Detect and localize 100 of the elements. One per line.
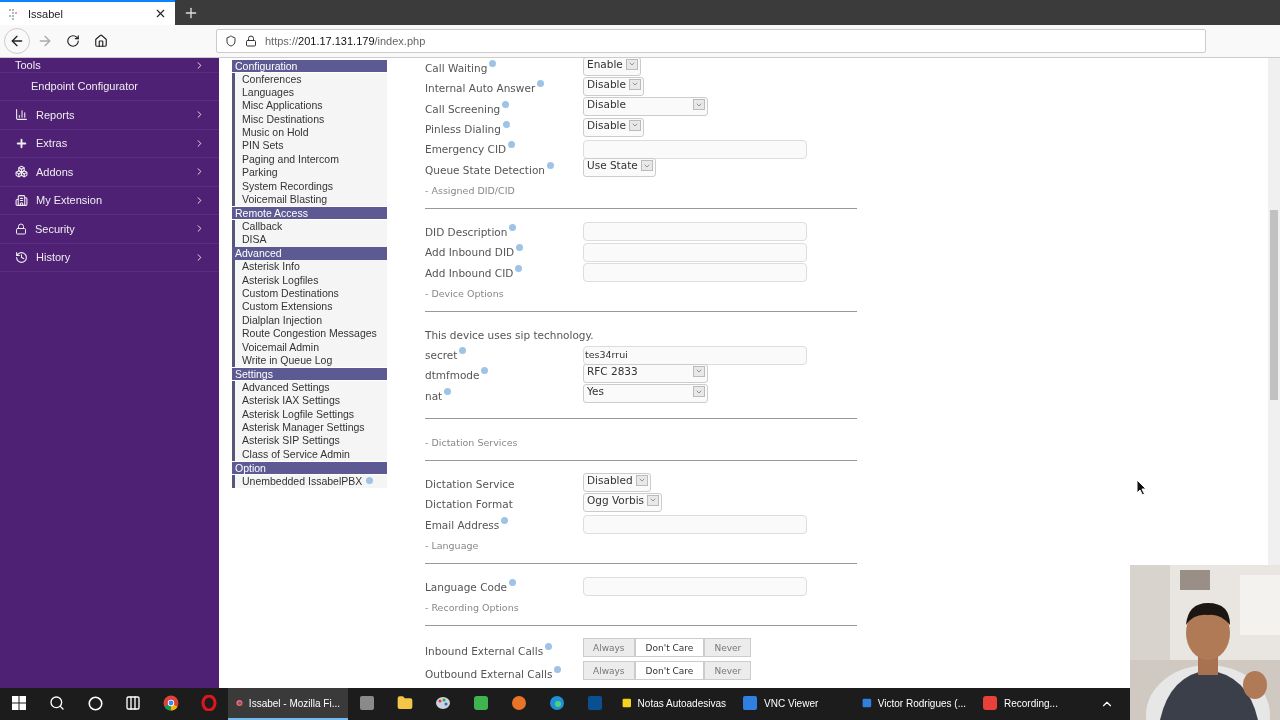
help-icon[interactable] (515, 264, 523, 272)
menu-item[interactable]: Advanced Settings (232, 380, 387, 395)
help-icon[interactable] (547, 161, 554, 169)
field-label: secret (425, 349, 458, 362)
section-link[interactable]: - Recording Options (425, 602, 857, 614)
help-icon[interactable] (508, 141, 516, 149)
cursor-icon (1136, 479, 1147, 496)
menu-item[interactable]: Misc Applications (232, 99, 387, 113)
palette-icon (435, 695, 451, 711)
folder-icon (397, 695, 413, 711)
option-button[interactable]: Always (583, 638, 635, 658)
help-icon[interactable] (545, 642, 553, 650)
field-label: Add Inbound CID (425, 266, 514, 279)
caret-icon (625, 58, 638, 70)
taskbar-app[interactable]: Issabel - Mozilla Fi... (228, 688, 348, 720)
help-icon[interactable] (489, 60, 497, 68)
caret-icon (693, 99, 705, 111)
select-field[interactable]: RFC 2833 (583, 363, 708, 383)
input-field[interactable] (583, 263, 807, 282)
select-field[interactable]: Disabled (583, 472, 651, 492)
taskbar-app[interactable]: VNC Viewer (734, 688, 854, 720)
boxes-icon (15, 165, 28, 179)
field-label: Language Code (425, 580, 508, 593)
input-field[interactable]: tes34rrui (583, 345, 807, 365)
reload-icon (66, 34, 80, 48)
back-icon (9, 33, 25, 49)
windows-icon (12, 696, 26, 710)
building-icon (15, 193, 28, 207)
ring-icon (201, 695, 217, 711)
option-button[interactable]: Never (704, 638, 752, 658)
menu-item[interactable]: Asterisk IAX Settings (232, 394, 387, 408)
search-icon (49, 695, 65, 711)
section-link[interactable]: - Dictation Services (425, 436, 857, 448)
note-text: This device uses sip technology. (425, 328, 594, 341)
edge-icon (549, 695, 565, 711)
help-icon[interactable] (516, 244, 524, 252)
option-button[interactable]: Don't Care (634, 638, 705, 658)
select-field[interactable]: Use State (583, 158, 656, 178)
input-field[interactable] (583, 577, 807, 597)
taskbar-app[interactable]: Notas Autoadesivas (614, 688, 734, 720)
menu-item[interactable]: Parking (232, 166, 387, 180)
menu-item[interactable]: Music on Hold (232, 126, 387, 140)
field-label: dtmfmode (425, 369, 480, 382)
section-link[interactable]: - Assigned DID/CID (425, 184, 857, 196)
taskbar-app[interactable]: Victor Rodrigues (... (854, 688, 974, 720)
select-field[interactable]: Disable (583, 117, 644, 137)
section-link[interactable]: - Device Options (425, 287, 857, 299)
menu-item[interactable]: Custom Extensions (232, 300, 387, 314)
option-button[interactable]: Always (583, 661, 635, 681)
task-view-icon (125, 695, 141, 711)
menu-item[interactable]: PIN Sets (232, 139, 387, 153)
menu-group-header: Settings (232, 367, 387, 381)
chrome-icon (163, 695, 179, 711)
url-text: https://201.17.131.179/index.php (265, 35, 426, 47)
menu-item[interactable]: Asterisk Info (232, 260, 387, 274)
browser-tab[interactable]: Issabel (0, 0, 175, 25)
select-field[interactable]: Disable (583, 76, 644, 96)
shield-icon (225, 35, 237, 47)
close-icon[interactable] (154, 7, 167, 20)
help-icon[interactable] (509, 223, 517, 231)
input-field[interactable] (583, 515, 807, 535)
sidebar-item[interactable]: Tools (0, 58, 219, 73)
input-field[interactable] (583, 139, 807, 159)
select-field[interactable]: Ogg Vorbis (583, 492, 663, 512)
menu-group-header: Configuration (232, 59, 387, 72)
help-icon[interactable] (554, 665, 562, 673)
menu-item[interactable]: Voicemail Blasting (232, 193, 387, 207)
option-button[interactable]: Don't Care (634, 661, 705, 681)
menu-item[interactable]: Conferences (232, 72, 387, 86)
menu-item[interactable]: Asterisk SIP Settings (232, 434, 387, 448)
select-field[interactable]: Disable (583, 97, 708, 117)
address-bar[interactable]: https://201.17.131.179/index.php (216, 29, 1206, 53)
menu-item[interactable]: Callback (232, 219, 387, 234)
taskbar-app[interactable]: Recording... (974, 688, 1094, 720)
help-icon[interactable] (444, 387, 452, 395)
bar-chart-icon (15, 108, 28, 122)
menu-item[interactable]: Unembedded IssabelPBX (232, 474, 387, 489)
option-button[interactable]: Never (704, 661, 752, 681)
lock-icon (245, 35, 257, 47)
menu-item[interactable]: DISA (232, 233, 387, 247)
field-label: Emergency CID (425, 143, 507, 156)
help-icon[interactable] (481, 367, 489, 375)
menu-group-header: Remote Access (232, 206, 387, 220)
help-icon[interactable] (459, 347, 467, 355)
menu-item[interactable]: Route Congestion Messages (232, 327, 387, 341)
menu-group-header: Advanced (232, 247, 387, 260)
section-link[interactable]: - Language (425, 539, 857, 551)
help-icon[interactable] (509, 578, 517, 586)
dots-icon (8, 7, 18, 20)
caret-icon (628, 119, 641, 131)
input-field[interactable] (583, 242, 807, 262)
help-icon[interactable] (502, 121, 510, 129)
help-icon[interactable] (366, 476, 374, 484)
select-field[interactable]: Yes (583, 384, 708, 404)
help-icon[interactable] (537, 80, 545, 88)
caret-icon (640, 160, 653, 172)
help-icon[interactable] (502, 100, 510, 108)
caret-icon (693, 386, 705, 398)
help-icon[interactable] (501, 516, 509, 524)
input-field[interactable] (583, 222, 807, 242)
